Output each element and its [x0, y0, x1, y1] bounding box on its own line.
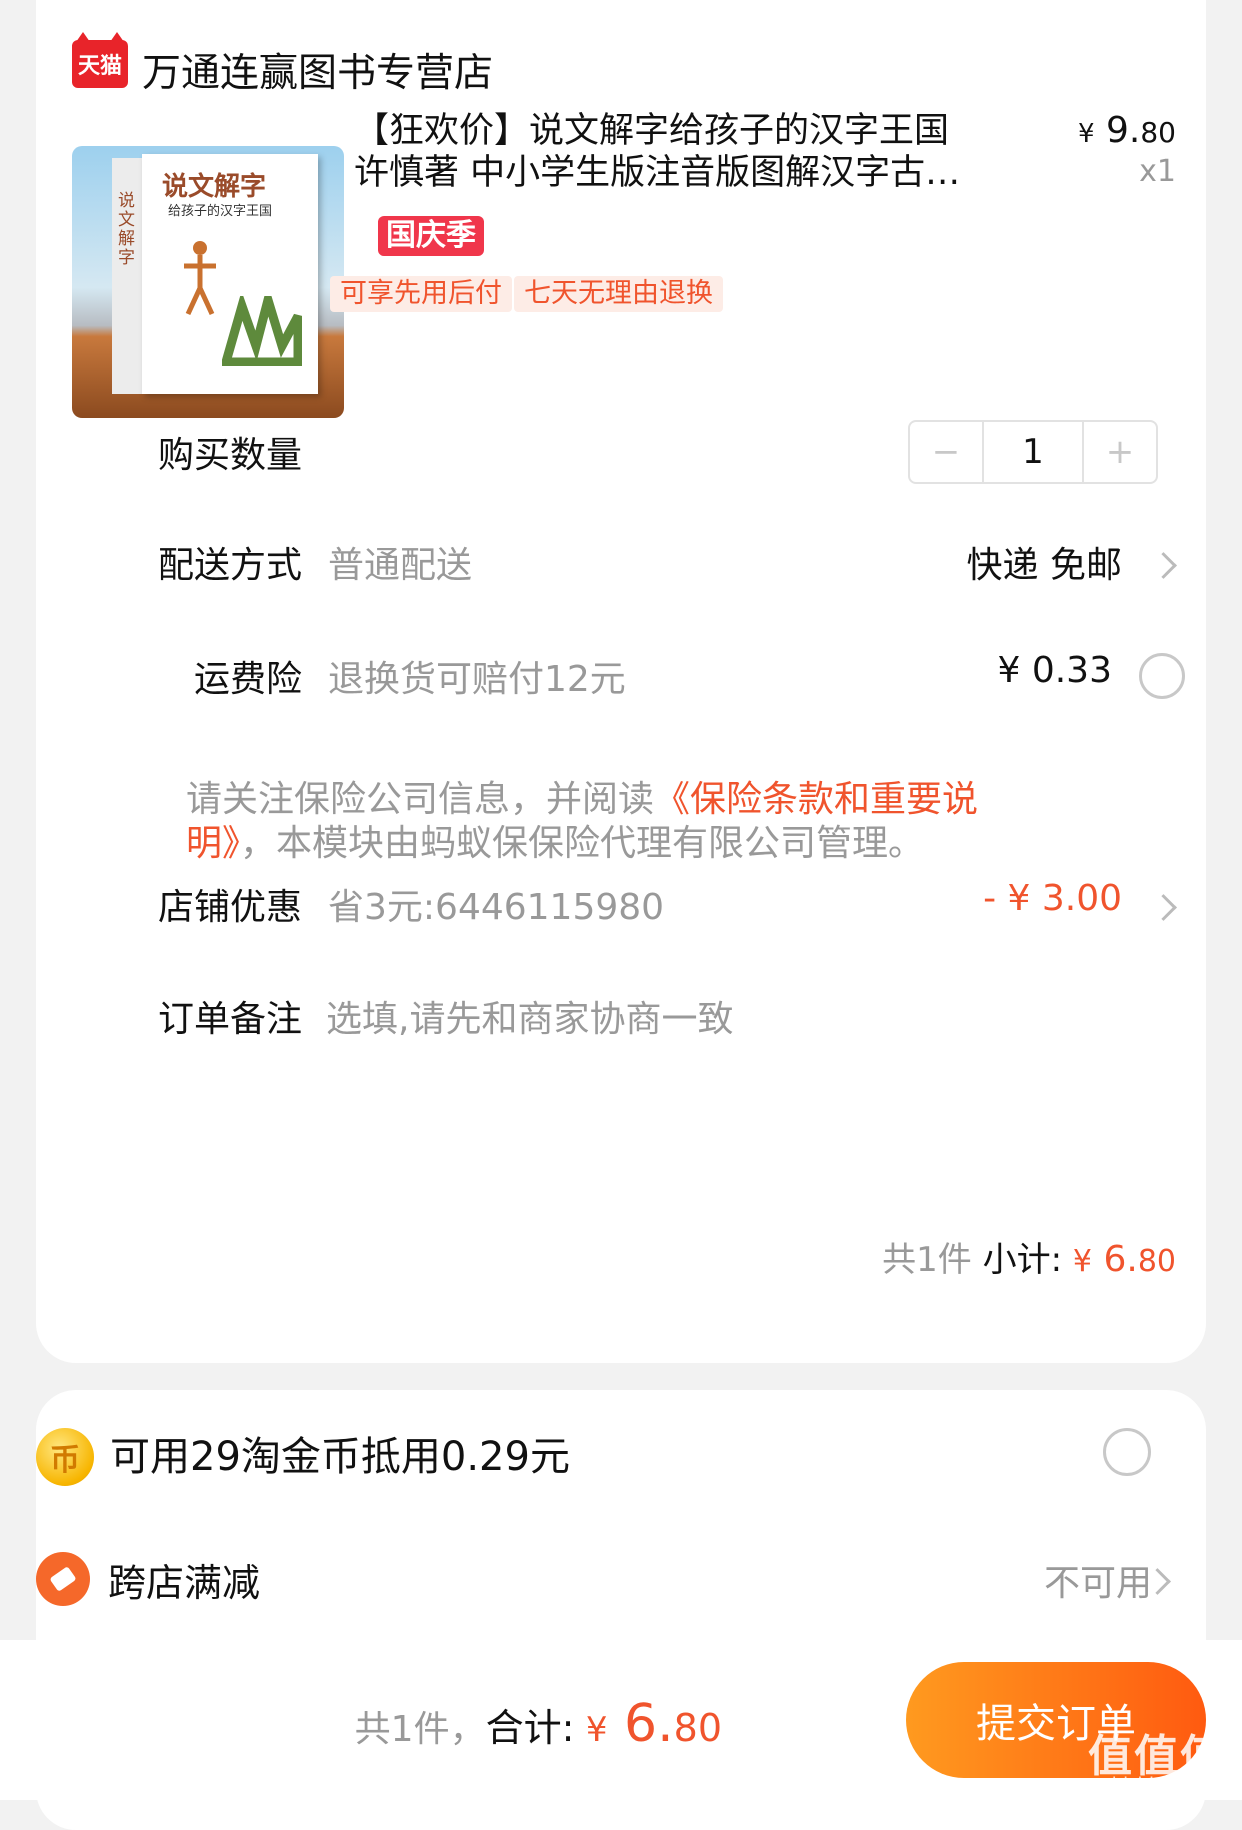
book-cover-title: 说文解字	[162, 172, 267, 202]
order-note-label: 订单备注	[158, 999, 303, 1040]
taobao-coin-text: 可用29淘金币抵用0.29元	[110, 1434, 570, 1480]
ancient-glyph-mountain	[222, 296, 302, 366]
quantity-stepper: − 1 +	[908, 420, 1158, 484]
store-discount-label: 店铺优惠	[158, 887, 303, 928]
store-discount-value[interactable]: - ¥ 3.00	[983, 878, 1122, 919]
store-discount-chevron-icon[interactable]	[1150, 894, 1177, 921]
book-spine-title: 说文解字	[118, 191, 135, 268]
store-name[interactable]: 万通连赢图书专营店	[142, 42, 493, 98]
subtotal: 共1件 小计: ¥ 6.80	[882, 1239, 1176, 1280]
taobao-coin-icon: 币	[36, 1428, 94, 1486]
order-total: 共1件，合计: ¥ 6.80	[354, 1694, 722, 1754]
shipping-insurance-hint: 退换货可赔付12元	[328, 659, 626, 700]
coupon-icon	[36, 1552, 90, 1606]
decrease-button[interactable]: −	[910, 422, 982, 482]
delivery-value[interactable]: 快递 免邮	[967, 536, 1122, 588]
shipping-insurance-price: ¥ 0.33	[997, 650, 1112, 691]
ancient-glyph-figure	[184, 241, 216, 316]
product-image[interactable]: 说文解字 说文解字 给孩子的汉字王国	[72, 146, 344, 418]
quantity-label: 购买数量	[158, 435, 303, 476]
tmall-logo: 天猫	[72, 32, 128, 88]
quantity-value[interactable]: 1	[982, 422, 1084, 482]
festival-badge: 国庆季	[378, 216, 484, 256]
store-discount-hint: 省3元:6446115980	[328, 887, 665, 928]
book-cover-subtitle: 给孩子的汉字王国	[168, 204, 273, 219]
taobao-coin-radio[interactable]	[1103, 1428, 1151, 1476]
tag-pay-later: 可享先用后付	[330, 276, 512, 312]
product-quantity-label: x1	[1139, 154, 1176, 189]
shipping-insurance-radio[interactable]	[1139, 653, 1185, 699]
insurance-notice: 请关注保险公司信息，并阅读《保险条款和重要说明》，本模块由蚂蚁保保险代理有限公司…	[186, 779, 979, 864]
increase-button[interactable]: +	[1084, 422, 1156, 482]
delivery-hint: 普通配送	[328, 545, 473, 586]
order-card: 天猫 万通连赢图书专营店 说文解字 说文解字 给孩子的汉字王国 【狂欢价】说文解…	[36, 0, 1206, 1363]
order-note-input[interactable]: 选填,请先和商家协商一致	[326, 990, 733, 1042]
watermark-url: zhizhizhi.com	[1102, 1774, 1224, 1795]
tag-seven-day-return: 七天无理由退换	[514, 276, 723, 312]
delivery-label: 配送方式	[158, 545, 303, 586]
delivery-chevron-icon[interactable]	[1150, 552, 1177, 579]
product-price: ¥ 9.80	[1078, 110, 1176, 151]
product-title[interactable]: 【狂欢价】说文解字给孩子的汉字王国 许慎著 中小学生版注音版图解汉字古…	[354, 110, 964, 194]
cross-store-discount-label: 跨店满减	[108, 1561, 261, 1605]
cross-store-discount-status[interactable]: 不可用	[1044, 1554, 1152, 1606]
shipping-insurance-label: 运费险	[194, 659, 303, 700]
